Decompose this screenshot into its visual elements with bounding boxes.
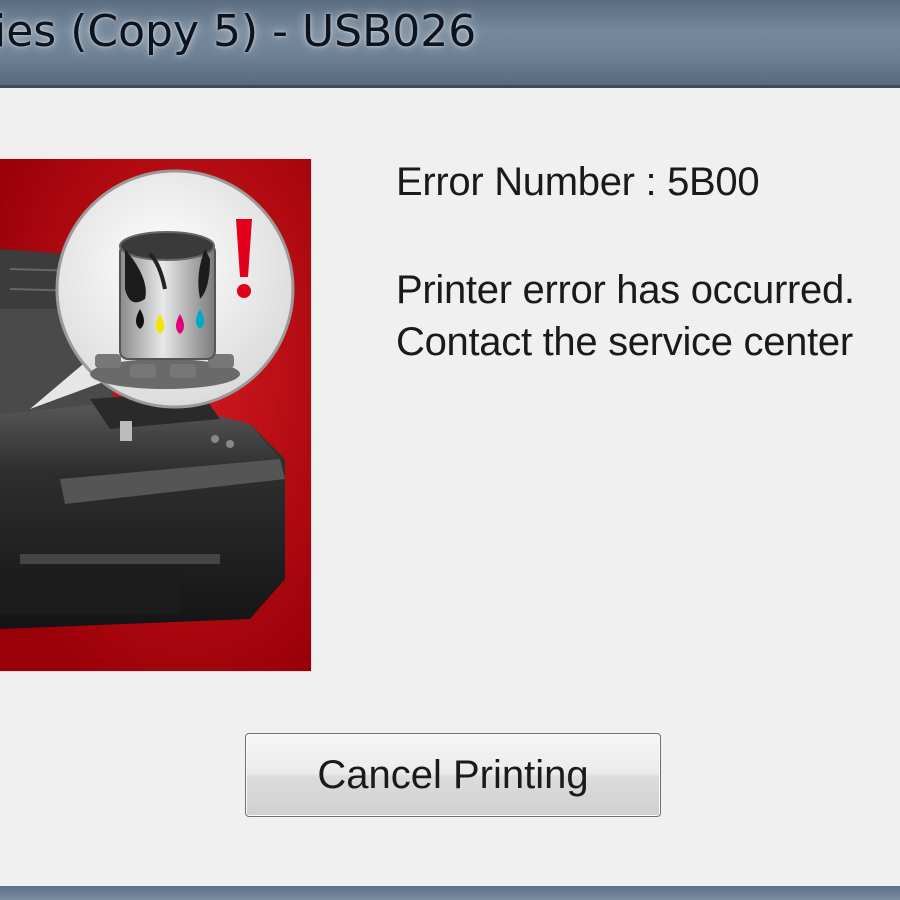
window-bottom-border (0, 886, 900, 900)
error-number-text: Error Number : 5B00 (396, 160, 760, 204)
printer-ink-absorber-error-icon (0, 159, 311, 671)
error-message-line1: Printer error has occurred. (396, 268, 855, 312)
title-bar[interactable]: ies (Copy 5) - USB026 (0, 0, 900, 88)
window-title: ies (Copy 5) - USB026 (0, 6, 477, 57)
printer-error-illustration (0, 158, 312, 672)
printer-body (0, 391, 285, 629)
error-message-line2: Contact the service center (396, 320, 853, 364)
cancel-printing-button[interactable]: Cancel Printing (245, 733, 661, 817)
